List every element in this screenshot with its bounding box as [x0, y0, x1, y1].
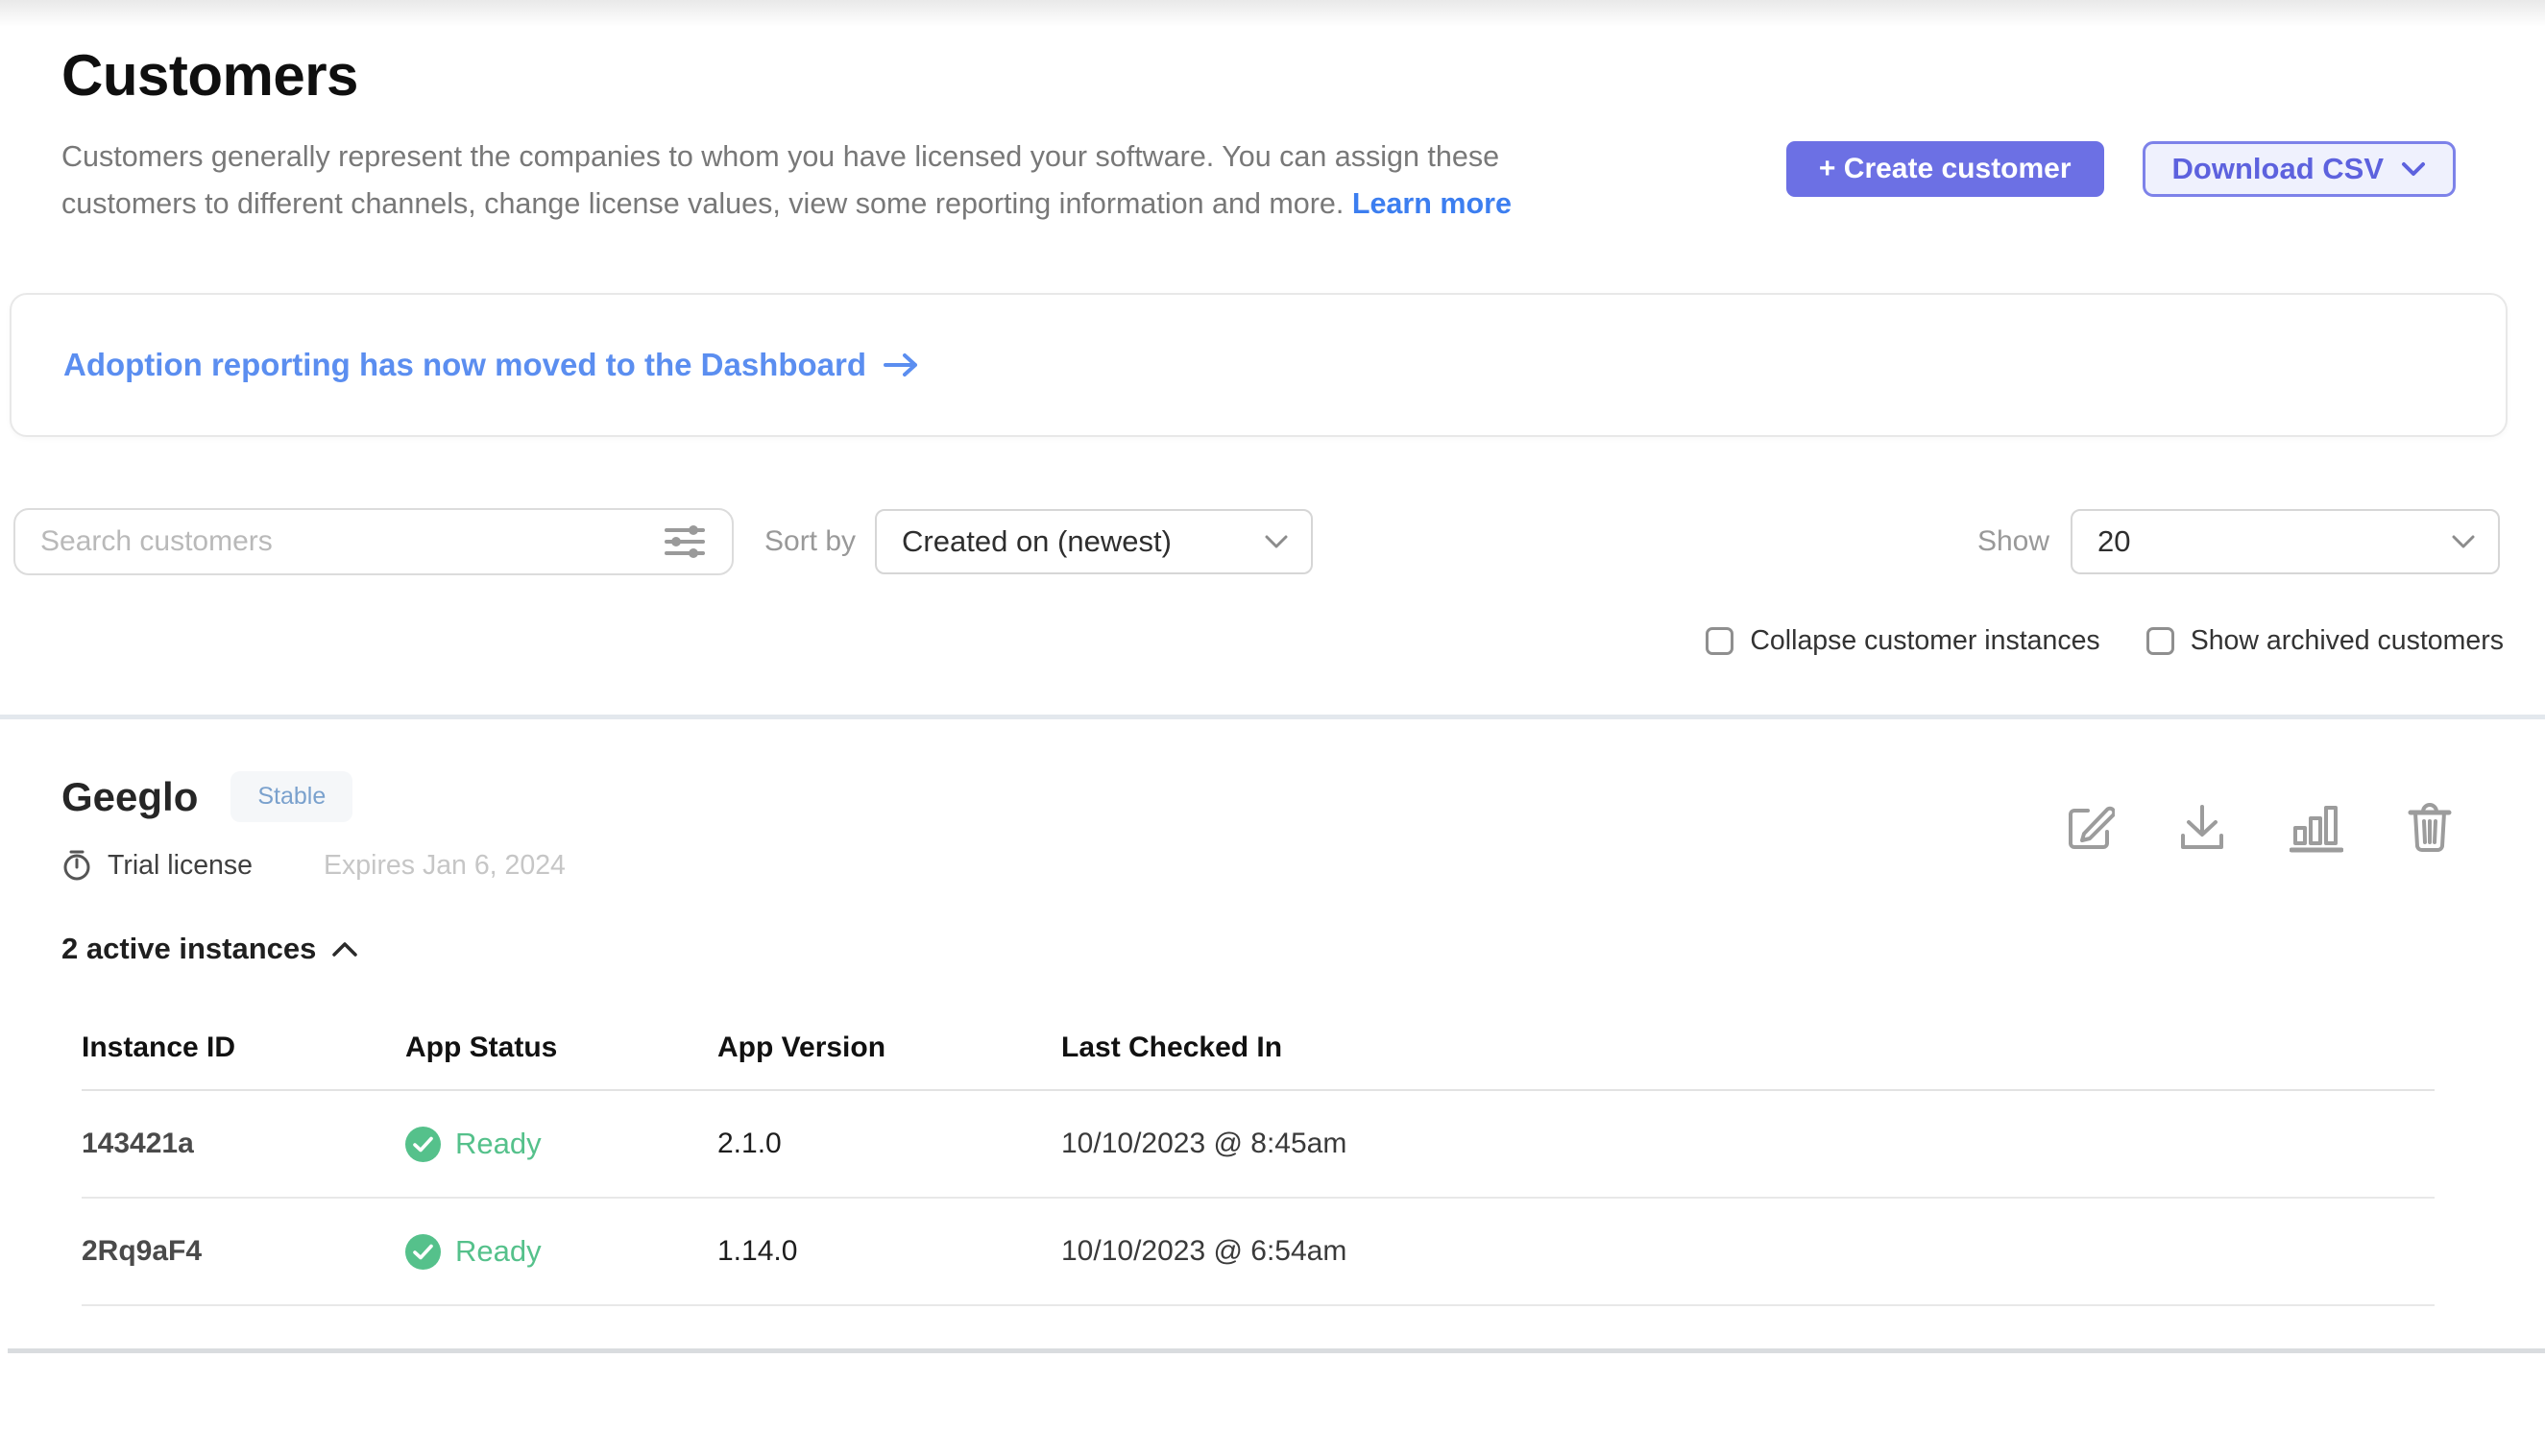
card-bottom-divider [8, 1348, 2545, 1353]
collapse-instances-checkbox[interactable] [1706, 627, 1733, 655]
download-customer-button[interactable] [2178, 802, 2226, 854]
col-header-instance-id: Instance ID [82, 989, 405, 1089]
chevron-down-icon [1265, 534, 1288, 549]
customer-actions [2065, 802, 2453, 854]
delete-customer-button[interactable] [2407, 802, 2453, 854]
instance-last-checked-in: 10/10/2023 @ 8:45am [1061, 1128, 2435, 1160]
page-title: Customers [61, 42, 2456, 109]
arrow-right-icon [884, 352, 920, 378]
page-description-text: Customers generally represent the compan… [61, 140, 1499, 220]
collapse-instances-label: Collapse customer instances [1750, 625, 2099, 657]
customer-card: Geeglo Stable [0, 719, 2545, 1306]
active-instances-label: 2 active instances [61, 932, 316, 966]
page-header: Customers Customers generally represent … [0, 0, 2545, 228]
instances-table: Instance ID App Status App Version Last … [82, 989, 2435, 1306]
adoption-banner-link[interactable]: Adoption reporting has now moved to the … [63, 347, 920, 383]
filter-controls: Sort by Created on (newest) Show 20 [13, 508, 2500, 575]
license-type: Trial license [61, 849, 253, 882]
trash-icon [2407, 802, 2453, 854]
search-customers-input[interactable] [40, 525, 617, 558]
check-circle-icon [405, 1234, 441, 1270]
license-expiry: Expires Jan 6, 2024 [324, 850, 566, 882]
show-count-value: 20 [2097, 524, 2130, 559]
instance-status: Ready [405, 1127, 717, 1162]
collapse-instances-option[interactable]: Collapse customer instances [1706, 625, 2099, 657]
check-circle-icon [405, 1127, 441, 1162]
show-archived-checkbox[interactable] [2146, 627, 2174, 655]
adoption-banner-text: Adoption reporting has now moved to the … [63, 347, 866, 383]
sliders-icon[interactable] [663, 522, 707, 562]
show-count-select[interactable]: 20 [2071, 509, 2500, 574]
show-archived-option[interactable]: Show archived customers [2146, 625, 2504, 657]
instances-table-header: Instance ID App Status App Version Last … [82, 989, 2435, 1091]
learn-more-link[interactable]: Learn more [1352, 187, 1512, 220]
list-options-row: Collapse customer instances Show archive… [0, 625, 2504, 657]
adoption-banner[interactable]: Adoption reporting has now moved to the … [10, 293, 2508, 437]
instance-id: 143421a [82, 1128, 405, 1160]
sort-select[interactable]: Created on (newest) [875, 509, 1313, 574]
instance-status-label: Ready [455, 1127, 542, 1161]
edit-icon [2065, 803, 2115, 853]
show-label: Show [1977, 525, 2049, 558]
customer-reporting-button[interactable] [2290, 802, 2343, 854]
col-header-last-checked-in: Last Checked In [1061, 989, 2435, 1089]
instance-status: Ready [405, 1234, 717, 1270]
instance-app-version: 2.1.0 [717, 1128, 1061, 1160]
download-csv-button[interactable]: Download CSV [2143, 141, 2456, 197]
license-type-label: Trial license [108, 850, 253, 882]
active-instances-toggle[interactable]: 2 active instances [61, 932, 2453, 966]
edit-customer-button[interactable] [2065, 802, 2115, 854]
sort-select-value: Created on (newest) [902, 524, 1172, 559]
instance-status-label: Ready [455, 1234, 542, 1269]
instance-app-version: 1.14.0 [717, 1235, 1061, 1268]
page-description: Customers generally represent the compan… [61, 133, 1560, 228]
timer-icon [61, 849, 92, 882]
customer-name[interactable]: Geeglo [61, 774, 198, 820]
show-archived-label: Show archived customers [2191, 625, 2504, 657]
header-actions: + Create customer Download CSV [1786, 141, 2456, 197]
table-row: 143421a Ready 2.1.0 10/10/2023 @ 8:45am [82, 1091, 2435, 1199]
table-row: 2Rq9aF4 Ready 1.14.0 10/10/2023 @ 6:54am [82, 1199, 2435, 1306]
bar-chart-icon [2290, 803, 2343, 853]
download-csv-label: Download CSV [2172, 152, 2384, 186]
create-customer-button[interactable]: + Create customer [1786, 141, 2104, 197]
sort-by-label: Sort by [764, 525, 856, 558]
channel-badge: Stable [230, 771, 352, 822]
instance-id: 2Rq9aF4 [82, 1235, 405, 1268]
col-header-app-version: App Version [717, 989, 1061, 1089]
search-customers-box [13, 508, 734, 575]
chevron-down-icon [2401, 160, 2426, 178]
chevron-up-icon [331, 940, 358, 958]
instance-last-checked-in: 10/10/2023 @ 6:54am [1061, 1235, 2435, 1268]
chevron-down-icon [2452, 534, 2475, 549]
download-icon [2178, 803, 2226, 853]
col-header-app-status: App Status [405, 989, 717, 1089]
